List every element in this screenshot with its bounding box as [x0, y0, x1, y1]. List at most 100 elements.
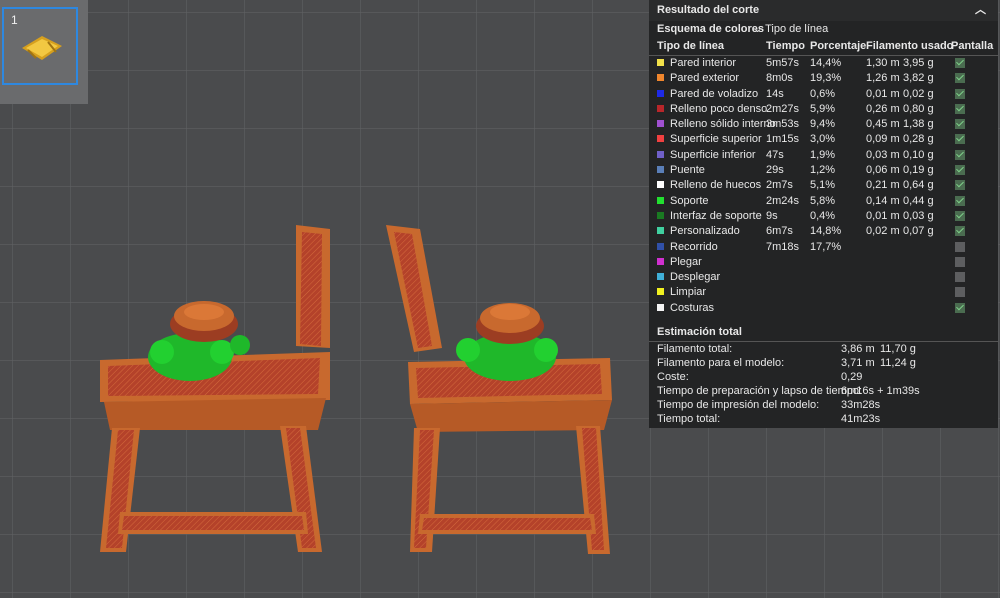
display-checkbox[interactable] — [955, 241, 965, 252]
panel-title: Resultado del corte — [657, 4, 760, 16]
estimate-row: Tiempo de preparación y lapso de tiempo:… — [649, 384, 998, 398]
estimate-row: Tiempo total: 41m23s — [649, 412, 998, 426]
color-swatch — [657, 257, 664, 265]
column-header-filament: Filamento usado — [866, 40, 954, 52]
color-swatch — [657, 166, 664, 174]
color-scheme-dropdown[interactable]: ⌄ Tipo de línea — [753, 21, 828, 38]
line-type-name: Recorrido — [670, 240, 718, 253]
line-type-cell: Relleno poco denso — [657, 102, 767, 117]
display-checkbox[interactable] — [955, 149, 965, 160]
filament-weight-cell: 3,82 g — [903, 72, 934, 85]
display-checkbox[interactable] — [955, 103, 965, 114]
line-type-name: Superficie superior — [670, 133, 762, 146]
filament-weight-cell: 0,10 g — [903, 148, 934, 161]
display-checkbox[interactable] — [955, 180, 965, 191]
line-type-name: Interfaz de soporte — [670, 209, 762, 222]
display-checkbox[interactable] — [955, 302, 965, 313]
time-cell: 2m24s — [766, 194, 800, 207]
filament-weight-cell: 0,07 g — [903, 225, 934, 238]
column-header-percentage: Porcentaje — [810, 40, 867, 52]
chevron-up-icon[interactable]: ︿ — [975, 0, 986, 21]
estimate-label: Tiempo total: — [657, 413, 721, 426]
line-type-name: Pared de voladizo — [670, 87, 759, 100]
display-checkbox[interactable] — [955, 73, 965, 84]
filament-weight-cell: 0,02 g — [903, 87, 934, 100]
estimate-label: Coste: — [657, 371, 689, 384]
table-row: Pared exterior 8m0s 19,3% 1,26 m 3,82 g — [649, 71, 998, 86]
table-row: Recorrido 7m18s 17,7% — [649, 240, 998, 255]
line-type-cell: Relleno sólido interno — [657, 117, 776, 132]
plate-preview-icon — [22, 36, 62, 60]
display-checkbox[interactable] — [955, 88, 965, 99]
line-type-name: Relleno poco denso — [670, 102, 768, 115]
filament-length-cell: 0,06 m — [866, 164, 900, 177]
display-checkbox[interactable] — [955, 256, 965, 267]
line-type-table: Pared interior 5m57s 14,4% 1,30 m 3,95 g Pare… — [649, 56, 998, 316]
filament-length-cell: 0,09 m — [866, 133, 900, 146]
display-checkbox[interactable] — [955, 134, 965, 145]
display-checkbox[interactable] — [955, 58, 965, 68]
table-row: Relleno sólido interno 3m53s 9,4% 0,45 m 1,3… — [649, 117, 998, 132]
display-checkbox[interactable] — [955, 119, 965, 130]
time-cell: 2m7s — [766, 179, 793, 192]
table-row: Limpiar — [649, 285, 998, 300]
slice-result-panel: Resultado del corte ︿ Esquema de colores… — [649, 0, 998, 428]
line-type-name: Pared interior — [670, 57, 737, 69]
filament-length-cell: 0,45 m — [866, 118, 900, 131]
estimate-value: 3,86 m — [841, 343, 875, 356]
estimate-label: Filamento total: — [657, 343, 733, 356]
percentage-cell: 1,9% — [810, 148, 836, 161]
estimate-value: 3,71 m — [841, 357, 875, 370]
line-type-name: Desplegar — [670, 271, 721, 284]
estimate-label: Tiempo de preparación y lapso de tiempo: — [657, 385, 863, 398]
filament-length-cell: 0,26 m — [866, 102, 900, 115]
display-checkbox[interactable] — [955, 165, 965, 176]
time-cell: 2m27s — [766, 102, 800, 115]
color-swatch — [657, 303, 664, 311]
filament-length-cell: 1,26 m — [866, 72, 900, 85]
line-type-name: Limpiar — [670, 286, 707, 299]
display-checkbox[interactable] — [955, 226, 965, 237]
color-swatch — [657, 181, 664, 189]
line-type-cell: Plegar — [657, 255, 702, 270]
time-cell: 14s — [766, 87, 784, 100]
column-header-line-type: Tipo de línea — [657, 40, 725, 52]
line-type-cell: Recorrido — [657, 240, 718, 255]
line-type-name: Superficie inferior — [670, 148, 756, 161]
estimate-value: 6m16s + 1m39s — [841, 385, 920, 398]
display-checkbox[interactable] — [955, 272, 965, 283]
filament-length-cell: 0,03 m — [866, 148, 900, 161]
color-swatch — [657, 89, 664, 97]
line-type-name: Plegar — [670, 255, 702, 268]
percentage-cell: 9,4% — [810, 118, 836, 131]
display-checkbox[interactable] — [955, 210, 965, 221]
estimate-weight: 11,24 g — [880, 357, 916, 370]
color-scheme-row: Esquema de colores ⌄ Tipo de línea — [649, 21, 998, 38]
time-cell: 6m7s — [766, 225, 793, 238]
column-header-time: Tiempo — [766, 40, 805, 52]
line-type-cell: Limpiar — [657, 285, 706, 300]
time-cell: 8m0s — [766, 72, 793, 85]
filament-length-cell: 0,01 m — [866, 209, 900, 222]
color-swatch — [657, 59, 664, 66]
percentage-cell: 19,3% — [810, 72, 842, 85]
chevron-down-icon: ⌄ — [753, 23, 766, 35]
plate-thumbnail[interactable]: 1 — [0, 0, 88, 104]
color-swatch — [657, 227, 664, 235]
line-type-cell: Pared exterior — [657, 71, 739, 86]
panel-header: Resultado del corte ︿ — [649, 0, 998, 21]
display-checkbox[interactable] — [955, 195, 965, 206]
line-type-cell: Desplegar — [657, 270, 720, 285]
percentage-cell: 1,2% — [810, 164, 836, 177]
estimate-row: Coste: 0,29 — [649, 370, 998, 384]
line-type-cell: Costuras — [657, 301, 714, 316]
percentage-cell: 14,4% — [810, 57, 842, 69]
display-checkbox[interactable] — [955, 287, 965, 298]
color-swatch — [657, 120, 664, 128]
filament-weight-cell: 0,44 g — [903, 194, 934, 207]
table-row: Interfaz de soporte 9s 0,4% 0,01 m 0,03 g — [649, 209, 998, 224]
time-cell: 9s — [766, 209, 778, 222]
color-swatch — [657, 196, 664, 204]
plate-number: 1 — [11, 13, 18, 27]
color-swatch — [657, 74, 664, 82]
